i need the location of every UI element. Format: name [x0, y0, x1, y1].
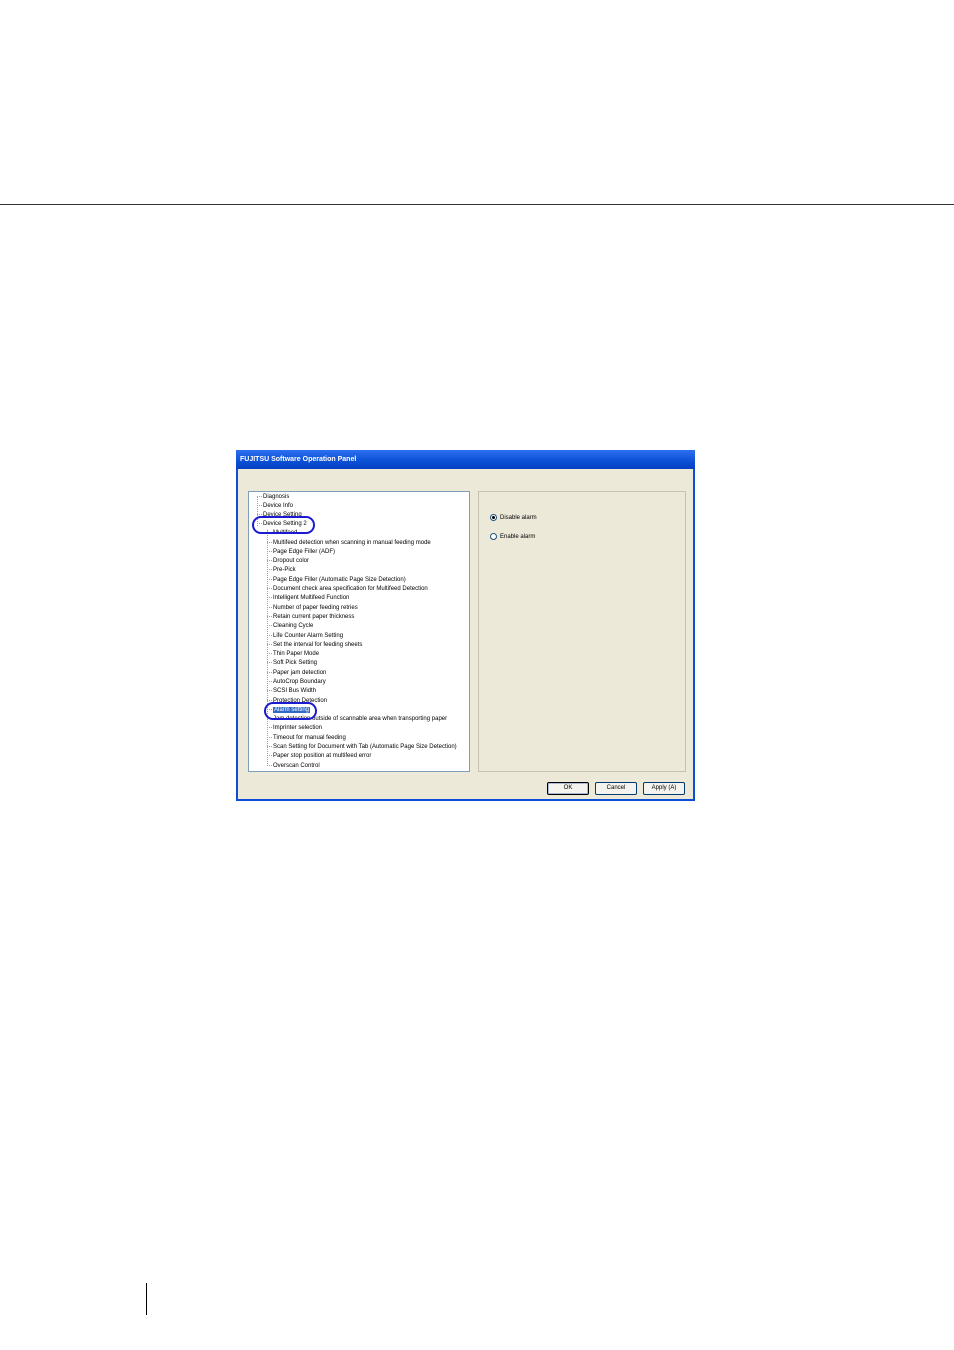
disable-alarm-label: Disable alarm — [500, 515, 537, 521]
ok-button[interactable]: OK — [547, 782, 589, 795]
apply-button[interactable]: Apply (A) — [643, 782, 685, 795]
tree-item-thin-paper-mode[interactable]: Thin Paper Mode — [267, 650, 319, 659]
tree-item-label: Timeout for manual feeding — [273, 735, 346, 741]
tree-item-label: AutoCrop Boundary — [273, 679, 326, 685]
tree-item-label: Number of paper feeding retries — [273, 605, 358, 611]
footer-rule — [146, 1283, 147, 1315]
tree-item-cleaning-cycle[interactable]: Cleaning Cycle — [267, 622, 313, 631]
cancel-button[interactable]: Cancel — [595, 782, 637, 795]
tree-item-label: Life Counter Alarm Setting — [273, 633, 344, 639]
tree-item-life-counter[interactable]: Life Counter Alarm Setting — [267, 632, 343, 641]
tree-item-label: Page Edge Filler (Automatic Page Size De… — [273, 577, 406, 583]
tree-item-multifeed-manual[interactable]: Multifeed detection when scanning in man… — [267, 539, 431, 548]
dialog-title: FUJITSU Software Operation Panel — [236, 450, 695, 469]
tree-item-label: Scan Setting for Document with Tab (Auto… — [273, 744, 457, 750]
dialog-client-area: Diagnosis Device Info Device Setting Dev… — [238, 469, 693, 799]
tree-item-label: Dropout color — [273, 558, 310, 564]
highlight-oval-alarm-setting — [264, 702, 317, 720]
settings-tree[interactable]: Diagnosis Device Info Device Setting Dev… — [248, 491, 470, 772]
tree-item-document-check-area[interactable]: Document check area specification for Mu… — [267, 585, 428, 594]
tree-item-imprinter[interactable]: Imprinter selection — [267, 724, 322, 733]
tree-item-overscan[interactable]: Overscan Control — [267, 762, 320, 771]
tree-item-soft-pick[interactable]: Soft Pick Setting — [267, 659, 317, 668]
tree-item-label: Set the interval for feeding sheets — [273, 642, 363, 648]
radio-button[interactable] — [490, 532, 497, 540]
tree-item-label: Imprinter selection — [273, 725, 323, 731]
tree-item-feeding-retries[interactable]: Number of paper feeding retries — [267, 604, 358, 613]
tree-item-page-edge-filler-auto[interactable]: Page Edge Filler (Automatic Page Size De… — [267, 576, 406, 585]
tree-item-label: Intelligent Multifeed Function — [273, 595, 350, 601]
tree-item-label: Paper jam detection — [273, 670, 327, 676]
tree-item-label: Diagnosis — [263, 494, 290, 500]
enable-alarm-label: Enable alarm — [500, 534, 536, 540]
tree-item-paper-stop-position[interactable]: Paper stop position at multifeed error — [267, 752, 371, 761]
tree-item-label: Page Edge Filler (ADF) — [273, 549, 336, 555]
highlight-oval-device-setting-2 — [252, 516, 315, 534]
tree-item-label: Multifeed detection when scanning in man… — [273, 540, 431, 546]
tree-item-label: Overscan Control — [273, 763, 320, 769]
tree-item-label: Device Info — [263, 503, 294, 509]
tree-item-label: SCSI Bus Width — [273, 688, 317, 694]
tree-item-label: Document check area specification for Mu… — [273, 586, 428, 592]
header-rule — [0, 204, 954, 205]
enable-alarm-option[interactable]: Enable alarm — [490, 532, 535, 542]
tree-item-manual-timeout[interactable]: Timeout for manual feeding — [267, 734, 346, 743]
operation-panel-dialog: FUJITSU Software Operation Panel Diagnos… — [236, 450, 695, 801]
tree-item-diagnosis[interactable]: Diagnosis — [257, 493, 289, 502]
tree-item-autocrop[interactable]: AutoCrop Boundary — [267, 678, 326, 687]
tree-item-label: Paper stop position at multifeed error — [273, 753, 372, 759]
tree-item-label: Thin Paper Mode — [273, 651, 320, 657]
disable-alarm-option[interactable]: Disable alarm — [490, 513, 537, 523]
alarm-settings-panel: Disable alarm Enable alarm — [478, 491, 686, 772]
tree-item-label: Pre-Pick — [273, 567, 296, 573]
tree-item-pre-pick[interactable]: Pre-Pick — [267, 566, 296, 575]
tree-item-label: Cleaning Cycle — [273, 623, 314, 629]
tree-item-intelligent-multifeed[interactable]: Intelligent Multifeed Function — [267, 594, 349, 603]
tree-item-feeding-interval[interactable]: Set the interval for feeding sheets — [267, 641, 362, 650]
tree-item-page-edge-filler-adf[interactable]: Page Edge Filler (ADF) — [267, 548, 335, 557]
tree-item-label: Soft Pick Setting — [273, 660, 318, 666]
tree-item-paper-jam[interactable]: Paper jam detection — [267, 669, 326, 678]
tree-item-retain-thickness[interactable]: Retain current paper thickness — [267, 613, 354, 622]
tree-item-tab-document[interactable]: Scan Setting for Document with Tab (Auto… — [267, 743, 457, 752]
tree-item-label: Retain current paper thickness — [273, 614, 355, 620]
tree-item-dropout-color[interactable]: Dropout color — [267, 557, 309, 566]
tree-item-device-info[interactable]: Device Info — [257, 502, 293, 511]
tree-item-scsi-bus-width[interactable]: SCSI Bus Width — [267, 687, 316, 696]
radio-button-checked[interactable] — [490, 513, 497, 521]
